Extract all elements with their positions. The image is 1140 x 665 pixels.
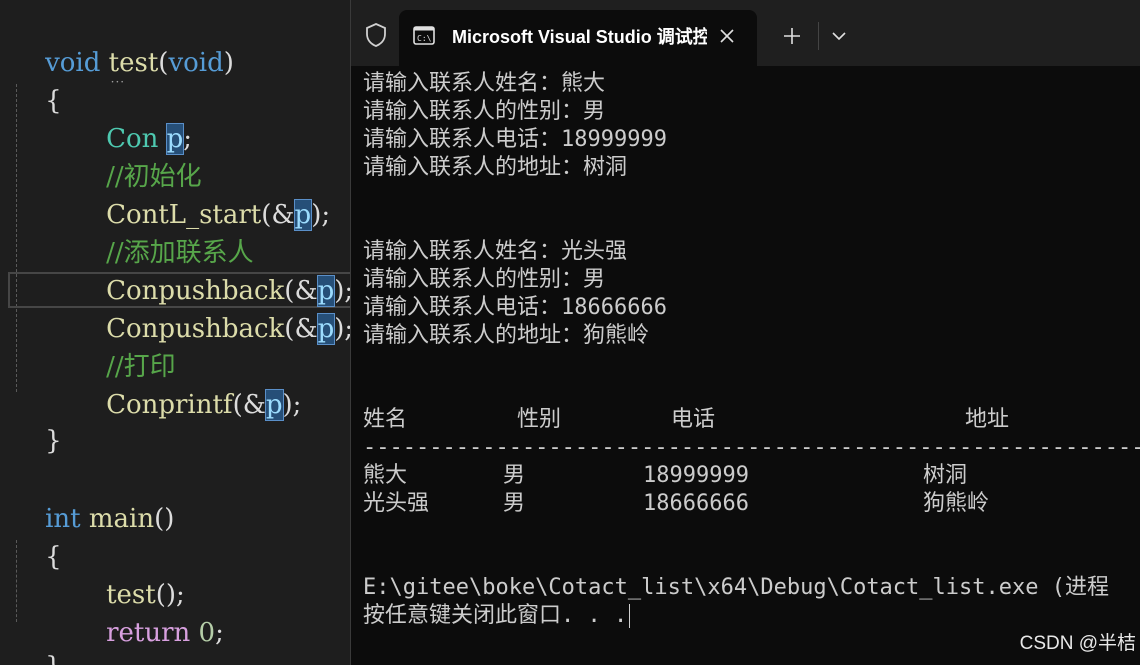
function-call: Conprintf (106, 390, 233, 420)
table-cell: 18999999 (643, 463, 749, 488)
code-line: ContL_start(&p); (12, 158, 330, 231)
output-line: 请输入联系人姓名：光头强 (363, 239, 628, 264)
code-line: } (12, 384, 62, 456)
text-cursor (629, 604, 631, 628)
code-line: return 0; (12, 576, 224, 648)
press-key-text: 按任意键关闭此窗口. . . (363, 603, 628, 628)
code-line: { (12, 44, 62, 116)
keyword: void (168, 48, 224, 78)
prompt-line: 按任意键关闭此窗口. . . (363, 602, 631, 630)
output-line: 请输入联系人电话：18999999 (363, 127, 667, 152)
variable-highlighted[interactable]: p (293, 199, 313, 231)
keyword: return (106, 618, 191, 648)
table-row: 光头强 男 18666666 狗熊岭 (363, 490, 1140, 518)
punctuation: () (154, 504, 175, 534)
punctuation: (& (261, 200, 295, 230)
table-cell: 狗熊岭 (923, 491, 990, 516)
punctuation: ); (311, 200, 331, 230)
table-cell: 熊大 (363, 463, 408, 488)
punctuation: ) (223, 48, 234, 78)
output-line: 请输入联系人姓名：熊大 (363, 71, 606, 96)
chevron-down-icon[interactable] (825, 22, 853, 50)
output-line: 请输入联系人的性别：男 (363, 99, 606, 124)
console-window[interactable]: C:\ Microsoft Visual Studio 调试控制台 请输入联系人… (350, 0, 1140, 665)
punctuation: ; (215, 618, 224, 648)
table-header: 姓名 (363, 407, 408, 432)
code-line: void test(void) (12, 6, 234, 78)
tab-title: Microsoft Visual Studio 调试控制台 (452, 27, 707, 47)
table-cell: 光头强 (363, 491, 430, 516)
table-header: 电话 (671, 407, 716, 432)
output-line: 请输入联系人电话：18666666 (363, 295, 667, 320)
close-icon[interactable] (715, 24, 739, 48)
table-header: 性别 (517, 407, 562, 432)
divider (818, 22, 819, 50)
table-row: 熊大 男 18999999 树洞 (363, 462, 1140, 490)
table-separator: ----------------------------------------… (363, 435, 1140, 460)
code-line-current[interactable]: Conpushback(&p); (12, 272, 350, 345)
shield-icon[interactable] (361, 20, 391, 50)
plus-icon[interactable] (778, 22, 806, 50)
table-cell: 树洞 (923, 463, 968, 488)
table-header: 地址 (965, 407, 1010, 432)
code-line: //打印 (12, 310, 176, 382)
table-cell: 男 (503, 491, 526, 516)
punctuation: ); (282, 390, 302, 420)
function-name: main (88, 504, 155, 534)
exit-message: E:\gitee\boke\Cotact_list\x64\Debug\Cota… (363, 575, 1109, 600)
code-line: Conpushback(&p); (12, 234, 350, 307)
punctuation: (& (232, 390, 266, 420)
code-line: Con p; (12, 82, 192, 155)
brace: } (45, 426, 62, 456)
code-line: //初始化 (12, 120, 202, 192)
code-line: } (12, 610, 62, 665)
output-line: 请输入联系人的性别：男 (363, 267, 606, 292)
punctuation: (& (284, 314, 318, 344)
output-line: 请输入联系人的地址：树洞 (363, 155, 628, 180)
table-header-row: 姓名 性别 电话 地址 (363, 406, 1140, 434)
code-line: Conprintf(&p); (12, 348, 301, 421)
code-line: //添加联系人 (12, 196, 254, 268)
punctuation: ); (334, 314, 350, 344)
watermark: CSDN @半桔 (1011, 630, 1136, 658)
variable-highlighted[interactable]: p (264, 389, 284, 421)
code-editor[interactable]: void test(void) { Con p; //初始化 ContL_sta… (0, 0, 350, 665)
variable-highlighted[interactable]: p (316, 313, 336, 345)
svg-text:C:\: C:\ (417, 34, 432, 43)
number-literal: 0 (198, 618, 216, 648)
output-line: 请输入联系人的地址：狗熊岭 (363, 323, 650, 348)
table-cell: 18666666 (643, 491, 749, 516)
code-line: test(); (12, 538, 185, 610)
punctuation: ( (158, 48, 169, 78)
brace: } (45, 652, 62, 665)
code-line: { (12, 500, 62, 572)
title-bar[interactable]: C:\ Microsoft Visual Studio 调试控制台 (351, 0, 1140, 66)
code-line: int main() (12, 462, 174, 534)
console-icon: C:\ (413, 25, 435, 47)
table-cell: 男 (503, 463, 526, 488)
function-name: test (109, 48, 159, 78)
tab-console[interactable]: C:\ Microsoft Visual Studio 调试控制台 (399, 10, 757, 66)
